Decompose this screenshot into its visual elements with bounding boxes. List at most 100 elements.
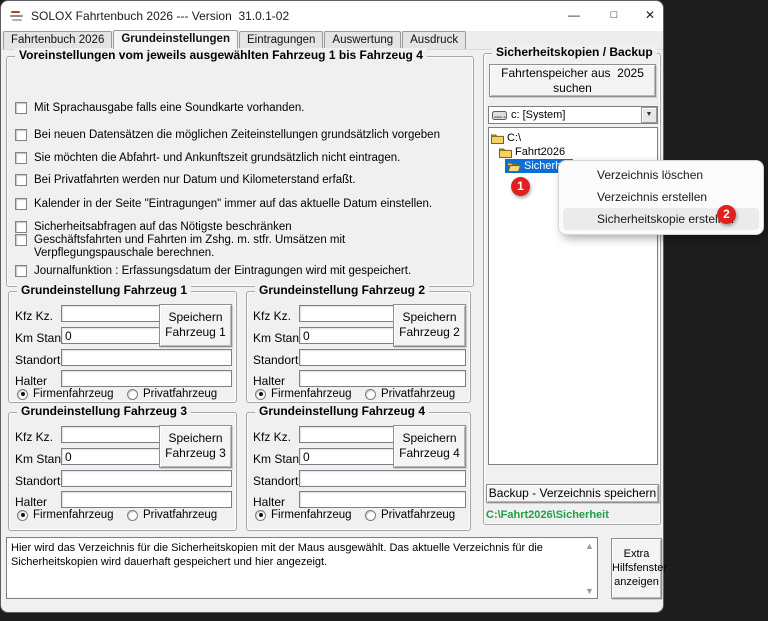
halter-input-vehicle-1[interactable] — [61, 370, 232, 387]
tree-item-label: Fahrt2026 — [515, 146, 565, 158]
standort-input-vehicle-4[interactable] — [299, 470, 466, 487]
kfz-input-vehicle-2[interactable] — [299, 305, 399, 322]
kfz-label: Kfz Kz. — [15, 430, 53, 444]
vehicle-group-title: Grundeinstellung Fahrzeug 1 — [17, 283, 191, 297]
drive-select[interactable]: c: [System] ▼ — [488, 106, 658, 124]
menu-item-verzeichnis-l-schen[interactable]: Verzeichnis löschen — [563, 164, 759, 186]
checkbox-5[interactable] — [15, 221, 27, 233]
privatfahrzeug-radio-vehicle-2[interactable]: Privatfahrzeug — [365, 388, 455, 400]
halter-label: Halter — [253, 374, 285, 388]
tab-auswertung[interactable]: Auswertung — [324, 31, 401, 49]
radio-icon — [365, 510, 376, 521]
km-label: Km Stand — [15, 452, 68, 466]
preferences-group-title: Voreinstellungen vom jeweils ausgewählte… — [15, 48, 427, 62]
preference-row: Kalender in der Seite "Eintragungen" imm… — [15, 198, 465, 211]
preference-row: Geschäftsfahrten und Fahrten im Zshg. m.… — [15, 234, 465, 260]
search-trips-2025-button[interactable]: Fahrtenspeicher aus 2025 suchen — [489, 64, 656, 97]
scroll-up-icon[interactable]: ▲ — [585, 541, 594, 551]
standort-input-vehicle-3[interactable] — [61, 470, 232, 487]
halter-input-vehicle-3[interactable] — [61, 491, 232, 508]
firmenfahrzeug-radio-vehicle-4[interactable]: Firmenfahrzeug — [255, 509, 352, 521]
firmenfahrzeug-radio-vehicle-3[interactable]: Firmenfahrzeug — [17, 509, 114, 521]
vehicle-group-title: Grundeinstellung Fahrzeug 4 — [255, 404, 429, 418]
backup-group: Sicherheitskopien / Backup Fahrtenspeich… — [483, 53, 661, 525]
tab-fahrtenbuch-2026[interactable]: Fahrtenbuch 2026 — [3, 31, 112, 49]
checkbox-label: Kalender in der Seite "Eintragungen" imm… — [34, 198, 432, 211]
help-textbox[interactable]: Hier wird das Verzeichnis für die Sicher… — [6, 537, 598, 599]
tab-eintragungen[interactable]: Eintragungen — [239, 31, 323, 49]
save-vehicle-2-button[interactable]: Speichern Fahrzeug 2 — [393, 304, 466, 347]
checkbox-1[interactable] — [15, 129, 27, 141]
vehicle-group-3: Grundeinstellung Fahrzeug 3Kfz Kz.Km Sta… — [8, 412, 237, 531]
checkbox-6[interactable] — [15, 234, 27, 246]
minimize-button[interactable]: — — [559, 1, 589, 30]
privatfahrzeug-radio-vehicle-3[interactable]: Privatfahrzeug — [127, 509, 217, 521]
standort-label: Standort — [253, 353, 298, 367]
save-vehicle-4-button[interactable]: Speichern Fahrzeug 4 — [393, 425, 466, 468]
preferences-group: Voreinstellungen vom jeweils ausgewählte… — [6, 56, 474, 287]
window-title: SOLOX Fahrtenbuch 2026 --- Version 31.0.… — [31, 9, 289, 23]
standort-label: Standort — [15, 353, 60, 367]
preference-row: Sie möchten die Abfahrt- und Ankunftszei… — [15, 152, 465, 165]
tab-grundeinstellungen[interactable]: Grundeinstellungen — [113, 30, 238, 49]
halter-input-vehicle-4[interactable] — [299, 491, 466, 508]
drive-icon — [492, 111, 507, 120]
halter-input-vehicle-2[interactable] — [299, 370, 466, 387]
chevron-down-icon[interactable]: ▼ — [641, 107, 657, 123]
km-input-vehicle-1[interactable] — [61, 327, 161, 344]
kfz-label: Kfz Kz. — [253, 430, 291, 444]
extra-help-window-button[interactable]: Extra Hilfsfenster anzeigen — [611, 538, 662, 599]
folder-open-icon — [507, 161, 524, 172]
close-button[interactable]: ✕ — [635, 1, 665, 30]
kfz-input-vehicle-3[interactable] — [61, 426, 161, 443]
checkbox-0[interactable] — [15, 102, 27, 114]
kfz-label: Kfz Kz. — [253, 309, 291, 323]
save-backup-directory-button[interactable]: Backup - Verzeichnis speichern — [486, 484, 659, 503]
checkbox-4[interactable] — [15, 198, 27, 210]
drive-select-value: c: [System] — [511, 109, 641, 121]
tree-item-c[interactable]: C:\ — [489, 131, 521, 145]
save-vehicle-3-button[interactable]: Speichern Fahrzeug 3 — [159, 425, 232, 468]
standort-input-vehicle-2[interactable] — [299, 349, 466, 366]
annotation-badge-2: 2 — [717, 205, 736, 224]
app-icon — [10, 9, 26, 23]
standort-label: Standort — [15, 474, 60, 488]
radio-icon — [365, 389, 376, 400]
standort-input-vehicle-1[interactable] — [61, 349, 232, 366]
privatfahrzeug-radio-vehicle-4[interactable]: Privatfahrzeug — [365, 509, 455, 521]
tab-ausdruck[interactable]: Ausdruck — [402, 31, 466, 49]
preference-row: Mit Sprachausgabe falls eine Soundkarte … — [15, 102, 465, 115]
checkbox-2[interactable] — [15, 152, 27, 164]
km-input-vehicle-3[interactable] — [61, 448, 161, 465]
kfz-input-vehicle-1[interactable] — [61, 305, 161, 322]
folder-closed-icon — [491, 133, 507, 144]
vehicle-group-4: Grundeinstellung Fahrzeug 4Kfz Kz.Km Sta… — [246, 412, 471, 531]
checkbox-label: Bei Privatfahrten werden nur Datum und K… — [34, 174, 356, 187]
tree-item-fahrt2026[interactable]: Fahrt2026 — [497, 145, 565, 159]
checkbox-3[interactable] — [15, 174, 27, 186]
save-vehicle-1-button[interactable]: Speichern Fahrzeug 1 — [159, 304, 232, 347]
maximize-button[interactable]: □ — [599, 1, 629, 30]
vehicle-group-1: Grundeinstellung Fahrzeug 1Kfz Kz.Km Sta… — [8, 291, 237, 403]
checkbox-label: Sie möchten die Abfahrt- und Ankunftszei… — [34, 152, 400, 165]
scroll-down-icon[interactable]: ▼ — [585, 586, 594, 596]
checkbox-label: Sicherheitsabfragen auf das Nötigste bes… — [34, 221, 292, 234]
annotation-badge-1: 1 — [511, 177, 530, 196]
privatfahrzeug-radio-vehicle-1[interactable]: Privatfahrzeug — [127, 388, 217, 400]
km-input-vehicle-4[interactable] — [299, 448, 399, 465]
vehicle-group-title: Grundeinstellung Fahrzeug 2 — [255, 283, 429, 297]
firmenfahrzeug-radio-vehicle-2[interactable]: Firmenfahrzeug — [255, 388, 352, 400]
checkbox-7[interactable] — [15, 265, 27, 277]
halter-label: Halter — [15, 374, 47, 388]
standort-label: Standort — [253, 474, 298, 488]
km-input-vehicle-2[interactable] — [299, 327, 399, 344]
tree-item-label: C:\ — [507, 132, 521, 144]
firmenfahrzeug-radio-vehicle-1[interactable]: Firmenfahrzeug — [17, 388, 114, 400]
backup-group-title: Sicherheitskopien / Backup — [492, 45, 657, 59]
preference-row: Bei neuen Datensätzen die möglichen Zeit… — [15, 129, 465, 142]
radio-selected-icon — [255, 510, 266, 521]
preference-row: Sicherheitsabfragen auf das Nötigste bes… — [15, 221, 465, 234]
radio-icon — [127, 389, 138, 400]
kfz-input-vehicle-4[interactable] — [299, 426, 399, 443]
checkbox-label: Bei neuen Datensätzen die möglichen Zeit… — [34, 129, 440, 142]
